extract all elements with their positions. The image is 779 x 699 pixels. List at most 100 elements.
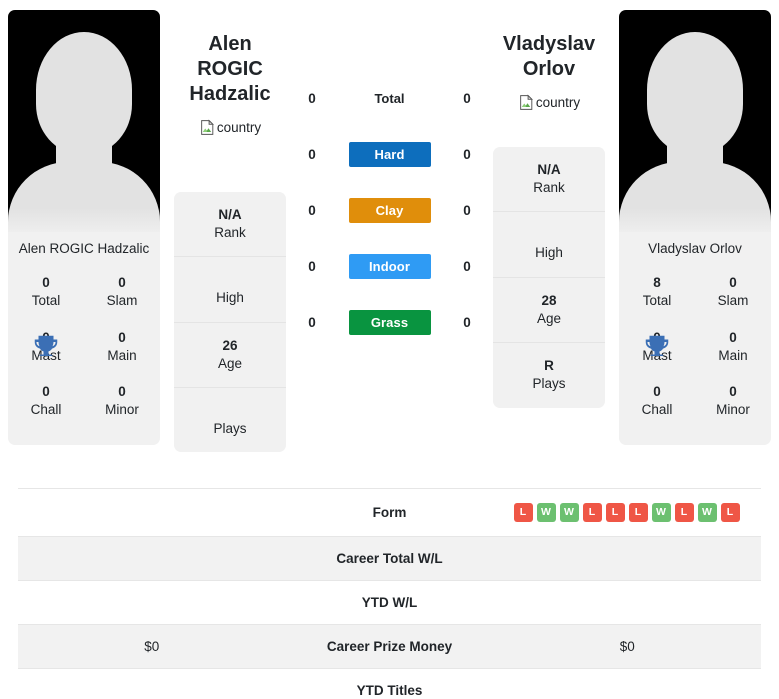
stat-cell: 0 Total: [8, 265, 84, 319]
stat-label: Slam: [717, 293, 749, 309]
info-row-high: High: [493, 212, 605, 278]
stat-cell: 0 Slam: [84, 265, 160, 319]
stat-cell: 0 Main: [695, 320, 771, 374]
right-surface-value: 0: [463, 314, 471, 330]
left-player-name-line1: Alen ROGIC: [197, 33, 263, 80]
info-value: [497, 226, 601, 244]
stat-cell: 0 Chall: [8, 374, 84, 428]
info-label: Plays: [532, 376, 566, 392]
left-player-name: Alen ROGIC Hadzalic: [18, 241, 150, 256]
surface-badge-grass: Grass: [348, 309, 431, 335]
right-player-title: Vladyslav Orlov: [493, 10, 605, 82]
left-info-column: Alen ROGIC Hadzalic country N/A Rank Hig…: [168, 10, 292, 453]
surface-badge-hard: Hard: [348, 141, 431, 167]
right-titles-grid: 8 Total 0 Slam 0 Mast 0 Main 0 Chall 0 M…: [619, 259, 771, 444]
stat-label: Minor: [716, 402, 750, 418]
info-label: Rank: [214, 225, 246, 241]
stat-label: Main: [718, 347, 748, 363]
stat-label: Chall: [641, 402, 673, 418]
info-value: 28: [541, 292, 557, 308]
left-titles-grid: 0 Total 0 Slam 0 Mast 0 Main 0 Chall 0 M…: [8, 259, 160, 444]
stat-cell: 8 Total: [619, 265, 695, 319]
stat-label: Mast: [31, 347, 61, 363]
surface-label-wrap: Grass: [332, 309, 447, 335]
stat-cell: 0 Main: [84, 320, 160, 374]
stat-cell: 0 Minor: [84, 374, 160, 428]
stat-cell: 0 Mast: [8, 320, 84, 374]
form-badge-win: W: [651, 503, 671, 522]
info-row-rank: N/A Rank: [174, 192, 286, 258]
right-surface-value: 0: [463, 258, 471, 274]
photo-fade: [8, 208, 160, 232]
right-player-name-line2: Orlov: [522, 58, 576, 80]
info-row-rank: N/A Rank: [493, 147, 605, 213]
left-surface-value: 0: [308, 202, 316, 218]
stat-label: Total: [642, 293, 672, 309]
surface-row-indoor: 0 Indoor 0: [292, 238, 487, 294]
form-badge-loss: L: [605, 503, 625, 522]
info-label: Plays: [213, 421, 247, 437]
stat-value: 0: [118, 275, 126, 291]
right-form-cell: LWWLLLWLWL: [494, 489, 762, 537]
left-player-card: Alen ROGIC Hadzalic 0 Total 0 Slam 0 Mas…: [8, 10, 160, 445]
left-country-alt: country: [216, 120, 262, 135]
info-value: [178, 271, 282, 289]
row-label-form: Form: [372, 505, 407, 520]
info-label: Age: [536, 310, 562, 326]
left-player-column: Alen ROGIC Hadzalic 0 Total 0 Slam 0 Mas…: [0, 10, 168, 445]
surface-label-wrap: Indoor: [332, 253, 447, 279]
left-career-prize-money: $0: [18, 624, 286, 669]
stat-value: 0: [42, 275, 50, 291]
surface-row-grass: 0 Grass 0: [292, 294, 487, 350]
info-value: N/A: [218, 207, 242, 222]
form-badge-loss: L: [582, 503, 602, 522]
career-stats-table: Form LWWLLLWLWL Career Total W/L YTD W/L…: [18, 488, 761, 699]
stat-value: 0: [729, 329, 737, 345]
info-row-plays: Plays: [174, 388, 286, 452]
stat-value: 0: [653, 384, 661, 400]
table-row-career-total-wl: Career Total W/L: [18, 536, 761, 581]
stat-value: 0: [42, 384, 50, 400]
surface-badge-clay: Clay: [348, 197, 431, 223]
player-comparison-page: Alen ROGIC Hadzalic 0 Total 0 Slam 0 Mas…: [0, 0, 779, 699]
form-badge-loss: L: [628, 503, 648, 522]
right-player-photo: [619, 10, 771, 232]
right-ytd-titles: [494, 669, 762, 699]
surface-label-wrap: Total: [332, 86, 447, 111]
form-badge-win: W: [559, 503, 579, 522]
right-info-column: Vladyslav Orlov country N/A Rank High 28…: [487, 10, 611, 408]
right-player-column: Vladyslav Orlov 8 Total 0 Slam 0 Mast 0 …: [611, 10, 779, 445]
stat-value: 0: [118, 384, 126, 400]
right-career-prize-money: $0: [493, 624, 761, 669]
info-row-high: High: [174, 257, 286, 323]
stat-value: 0: [729, 275, 737, 291]
surface-comparison-column: 0 Total 0 0 Hard 0 0 Clay 0 0 Indoor 0 0…: [292, 10, 487, 350]
surface-label-wrap: Hard: [332, 141, 447, 167]
stat-label: Slam: [106, 293, 138, 309]
left-surface-value: 0: [308, 146, 316, 162]
row-label-ytd-titles: YTD Titles: [356, 683, 423, 698]
stat-cell: 0 Slam: [695, 265, 771, 319]
table-row-career-prize-money: $0 Career Prize Money $0: [18, 624, 761, 669]
comparison-header: Alen ROGIC Hadzalic 0 Total 0 Slam 0 Mas…: [0, 0, 779, 472]
row-label-career-prize-money: Career Prize Money: [285, 624, 494, 669]
left-career-total-wl: [18, 536, 286, 581]
left-surface-value: 0: [308, 258, 316, 274]
table-row-form: Form LWWLLLWLWL: [18, 488, 762, 537]
right-surface-value: 0: [463, 90, 471, 106]
form-badge-win: W: [536, 503, 556, 522]
right-country-alt: country: [535, 95, 581, 110]
form-badge-loss: L: [513, 503, 533, 522]
left-surface-value: 0: [308, 314, 316, 330]
form-badge-loss: L: [674, 503, 694, 522]
stat-value: 0: [729, 384, 737, 400]
broken-image-icon: [518, 94, 535, 111]
info-row-plays: R Plays: [493, 343, 605, 407]
surface-row-hard: 0 Hard 0: [292, 126, 487, 182]
info-value: [178, 402, 282, 420]
table-row-ytd-titles: YTD Titles: [18, 668, 762, 699]
right-career-total-wl: [493, 536, 761, 581]
left-surface-value: 0: [308, 90, 316, 106]
left-form-cell: [18, 489, 285, 537]
info-label: High: [535, 245, 563, 261]
